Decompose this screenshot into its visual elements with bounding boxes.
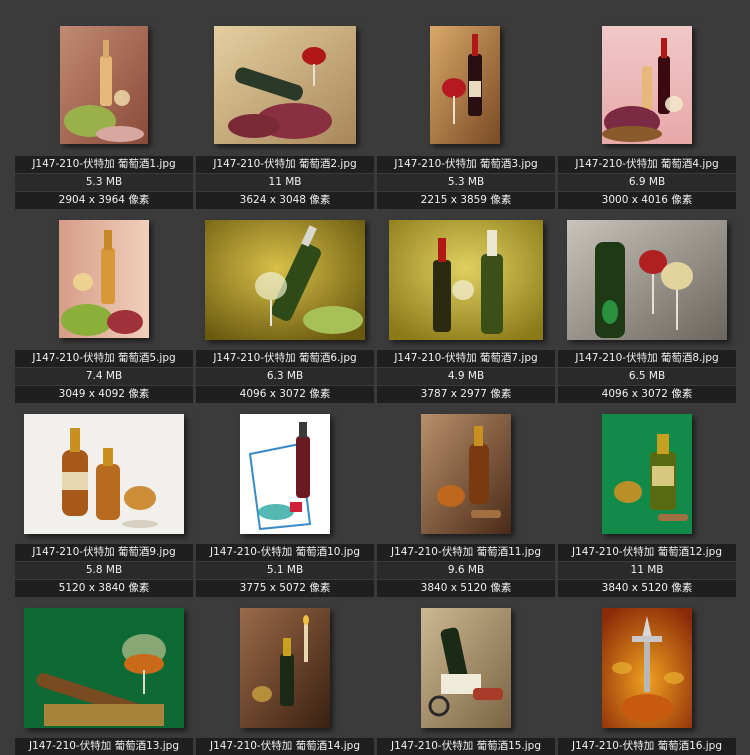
thumbnail-image[interactable]: [60, 26, 148, 144]
thumbnail-frame: [15, 214, 193, 344]
thumbnail-image[interactable]: [421, 414, 511, 534]
file-size: 11 MB: [196, 174, 374, 191]
thumbnail-frame: [558, 214, 736, 344]
thumbnail-frame: [196, 214, 374, 344]
thumbnail-frame: [377, 602, 555, 732]
image-dimensions: 2215 x 3859 像素: [377, 192, 555, 209]
thumbnail-frame: [15, 20, 193, 150]
image-dimensions: 2904 x 3964 像素: [15, 192, 193, 209]
thumbnail-grid: J147-210-伏特加 葡萄酒1.jpg 5.3 MB 2904 x 3964…: [0, 0, 750, 755]
file-name: J147-210-伏特加 葡萄酒14.jpg: [196, 738, 374, 755]
thumbnail-image[interactable]: [602, 414, 692, 534]
image-dimensions: 3000 x 4016 像素: [558, 192, 736, 209]
image-dimensions: 3787 x 2977 像素: [377, 386, 555, 403]
thumbnail-image[interactable]: [24, 608, 184, 728]
thumbnail-image[interactable]: [24, 414, 184, 534]
file-name: J147-210-伏特加 葡萄酒4.jpg: [558, 156, 736, 173]
thumbnail-frame: [377, 20, 555, 150]
thumbnail-image[interactable]: [214, 26, 356, 144]
image-dimensions: 5120 x 3840 像素: [15, 580, 193, 597]
file-name: J147-210-伏特加 葡萄酒1.jpg: [15, 156, 193, 173]
thumbnail-image[interactable]: [240, 414, 330, 534]
file-name: J147-210-伏特加 葡萄酒6.jpg: [196, 350, 374, 367]
thumbnail-image[interactable]: [59, 220, 149, 338]
file-size: 5.1 MB: [196, 562, 374, 579]
file-name: J147-210-伏特加 葡萄酒11.jpg: [377, 544, 555, 561]
file-name: J147-210-伏特加 葡萄酒8.jpg: [558, 350, 736, 367]
thumbnail-image[interactable]: [602, 26, 692, 144]
image-dimensions: 3840 x 5120 像素: [558, 580, 736, 597]
file-name: J147-210-伏特加 葡萄酒9.jpg: [15, 544, 193, 561]
file-size: 6.5 MB: [558, 368, 736, 385]
thumbnail-frame: [558, 408, 736, 538]
thumbnail-image[interactable]: [430, 26, 500, 144]
image-dimensions: 3624 x 3048 像素: [196, 192, 374, 209]
thumbnail-frame: [377, 214, 555, 344]
file-size: 5.3 MB: [15, 174, 193, 191]
file-name: J147-210-伏特加 葡萄酒13.jpg: [15, 738, 193, 755]
thumbnail-frame: [196, 20, 374, 150]
file-name: J147-210-伏特加 葡萄酒7.jpg: [377, 350, 555, 367]
image-dimensions: 4096 x 3072 像素: [558, 386, 736, 403]
thumbnail-image[interactable]: [205, 220, 365, 340]
file-name: J147-210-伏特加 葡萄酒12.jpg: [558, 544, 736, 561]
image-dimensions: 3049 x 4092 像素: [15, 386, 193, 403]
thumbnail-frame: [558, 602, 736, 732]
image-dimensions: 3840 x 5120 像素: [377, 580, 555, 597]
file-name: J147-210-伏特加 葡萄酒5.jpg: [15, 350, 193, 367]
thumbnail-image[interactable]: [602, 608, 692, 728]
thumbnail-frame: [196, 602, 374, 732]
thumbnail-frame: [196, 408, 374, 538]
file-size: 4.9 MB: [377, 368, 555, 385]
thumbnail-frame: [377, 408, 555, 538]
file-name: J147-210-伏特加 葡萄酒16.jpg: [558, 738, 736, 755]
image-dimensions: 3775 x 5072 像素: [196, 580, 374, 597]
file-size: 9.6 MB: [377, 562, 555, 579]
file-name: J147-210-伏特加 葡萄酒3.jpg: [377, 156, 555, 173]
file-size: 7.4 MB: [15, 368, 193, 385]
thumbnail-image[interactable]: [240, 608, 330, 728]
file-size: 6.3 MB: [196, 368, 374, 385]
file-size: 5.8 MB: [15, 562, 193, 579]
file-size: 5.3 MB: [377, 174, 555, 191]
file-size: 6.9 MB: [558, 174, 736, 191]
thumbnail-frame: [15, 408, 193, 538]
image-dimensions: 4096 x 3072 像素: [196, 386, 374, 403]
file-name: J147-210-伏特加 葡萄酒15.jpg: [377, 738, 555, 755]
file-name: J147-210-伏特加 葡萄酒2.jpg: [196, 156, 374, 173]
thumbnail-frame: [15, 602, 193, 732]
thumbnail-image[interactable]: [421, 608, 511, 728]
file-name: J147-210-伏特加 葡萄酒10.jpg: [196, 544, 374, 561]
thumbnail-image[interactable]: [389, 220, 543, 340]
file-size: 11 MB: [558, 562, 736, 579]
thumbnail-frame: [558, 20, 736, 150]
thumbnail-image[interactable]: [567, 220, 727, 340]
